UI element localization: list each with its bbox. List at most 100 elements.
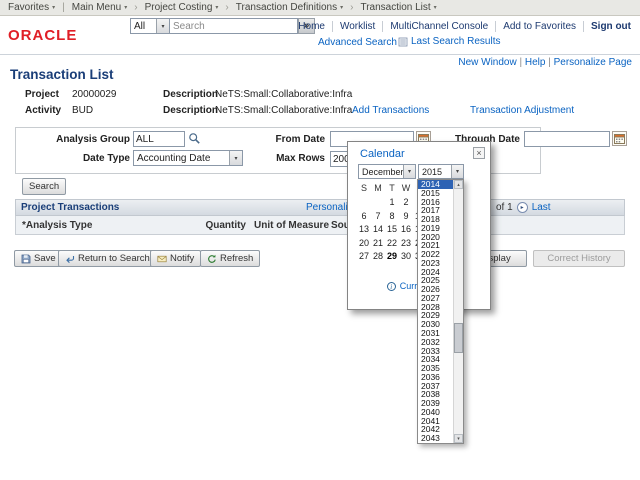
chevron-down-icon: ▾ — [451, 165, 463, 178]
activity-value: BUD — [72, 105, 93, 116]
pager-count: of 1 — [496, 202, 513, 213]
search-scope-select[interactable]: All ▾ — [130, 18, 170, 34]
through-date-input[interactable] — [524, 131, 610, 147]
lookup-magnifier-icon[interactable] — [188, 132, 201, 145]
notify-envelope-icon — [157, 254, 167, 264]
scroll-down-icon[interactable]: ▾ — [454, 434, 463, 443]
header-link[interactable]: Home — [291, 21, 333, 32]
app-header: ORACLE All ▾ » Advanced Search Last Sear… — [0, 16, 640, 55]
year-option[interactable]: 2043 — [418, 434, 453, 443]
through-date-calendar-icon[interactable] — [612, 131, 627, 146]
chevron-down-icon: ▾ — [403, 165, 415, 178]
calendar-day[interactable]: 30 — [399, 250, 413, 264]
header-link[interactable]: Sign out — [584, 21, 638, 32]
page-utility-link[interactable]: Help — [517, 57, 546, 68]
calendar-day[interactable]: 28 — [371, 250, 385, 264]
analysis-group-input[interactable] — [133, 131, 185, 147]
grid-header-bar: Project Transactions Personalize | of 1 … — [15, 199, 625, 216]
calendar-day[interactable]: 14 — [371, 223, 385, 237]
calendar-day[interactable] — [371, 196, 385, 210]
analysis-group-label: Analysis Group — [40, 134, 130, 145]
calendar-day[interactable]: 20 — [357, 237, 371, 251]
advanced-search-link[interactable]: Advanced Search — [318, 37, 397, 48]
correct-history-button: Correct History — [533, 250, 625, 267]
chevron-down-icon: ▾ — [52, 4, 55, 11]
search-results-icon — [398, 37, 408, 47]
grid-column-header-row: *Analysis Type Quantity Unit of Measure … — [15, 216, 625, 235]
activity-label: Activity — [25, 105, 61, 116]
page-title: Transaction List — [10, 67, 114, 82]
breadcrumb-label: Favorites — [8, 2, 49, 13]
chevron-down-icon: ▾ — [124, 4, 127, 11]
breadcrumb-item[interactable]: Favorites ▾ — [8, 2, 55, 13]
header-link[interactable]: MultiChannel Console — [383, 21, 496, 32]
calendar-day[interactable]: 9 — [399, 210, 413, 224]
header-link[interactable]: Worklist — [333, 21, 383, 32]
grid-pager: of 1 ▸ Last — [496, 202, 551, 213]
from-date-label: From Date — [250, 134, 325, 145]
calendar-day[interactable]: 1 — [385, 196, 399, 210]
calendar-day[interactable]: 29 — [385, 250, 399, 264]
project-label: Project — [25, 89, 59, 100]
save-button[interactable]: Save — [14, 250, 63, 267]
header-links: HomeWorklistMultiChannel ConsoleAdd to F… — [291, 21, 638, 32]
calendar-day[interactable]: 23 — [399, 237, 413, 251]
last-page-icon[interactable]: ▸ — [517, 202, 528, 213]
scroll-up-icon[interactable]: ▴ — [454, 180, 463, 189]
calendar-day[interactable]: 21 — [371, 237, 385, 251]
calendar-day[interactable]: 15 — [385, 223, 399, 237]
page-utility-link[interactable]: New Window — [458, 57, 516, 68]
oracle-logo: ORACLE — [8, 27, 77, 44]
last-search-results: Last Search Results — [398, 36, 501, 47]
info-icon: i — [387, 282, 396, 291]
breadcrumb: Favorites ▾ | Main Menu ▾ › Project Cost… — [0, 0, 640, 16]
breadcrumb-item[interactable]: › Transaction List ▾ — [350, 2, 437, 13]
calendar-month-select[interactable]: December ▾ — [358, 164, 416, 179]
return-to-search-label: Return to Search — [78, 253, 150, 264]
close-icon[interactable]: × — [473, 147, 485, 159]
calendar-year-select[interactable]: 2015 ▾ — [418, 164, 464, 179]
calendar-day[interactable] — [357, 196, 371, 210]
calendar-day[interactable]: 7 — [371, 210, 385, 224]
breadcrumb-label: Transaction List — [360, 2, 430, 13]
breadcrumb-item[interactable]: › Project Costing ▾ — [134, 2, 218, 13]
calendar-day[interactable]: 8 — [385, 210, 399, 224]
calendar-day[interactable]: 13 — [357, 223, 371, 237]
search-input[interactable] — [170, 18, 298, 34]
day-header: S — [357, 183, 371, 193]
calendar-year-value: 2015 — [419, 167, 451, 177]
transaction-adjustment-link[interactable]: Transaction Adjustment — [470, 105, 574, 116]
calendar-day[interactable]: 22 — [385, 237, 399, 251]
date-type-select[interactable]: Accounting Date ▾ — [133, 150, 243, 166]
column-quantity: Quantity — [176, 220, 246, 231]
calendar-day[interactable]: 16 — [399, 223, 413, 237]
return-to-search-button[interactable]: Return to Search — [58, 250, 157, 267]
day-header: M — [371, 183, 385, 193]
last-search-results-link[interactable]: Last Search Results — [411, 36, 501, 47]
refresh-button[interactable]: Refresh — [200, 250, 260, 267]
correct-history-label: Correct History — [547, 253, 610, 264]
search-button[interactable]: Search — [22, 178, 66, 195]
page-utility-link[interactable]: Personalize Page — [545, 57, 632, 68]
pager-last-link[interactable]: Last — [532, 202, 551, 213]
activity-description: NeTS:Small:Collaborative:Infra — [215, 105, 352, 116]
calendar-month-value: December — [359, 167, 403, 177]
breadcrumb-item[interactable]: › Transaction Definitions ▾ — [225, 2, 343, 13]
notify-button[interactable]: Notify — [150, 250, 201, 267]
calendar-day[interactable]: 27 — [357, 250, 371, 264]
calendar-day[interactable]: 6 — [357, 210, 371, 224]
scrollbar-thumb[interactable] — [454, 323, 463, 353]
notify-label: Notify — [170, 253, 194, 264]
chevron-down-icon: ▾ — [229, 151, 242, 165]
global-search: All ▾ » — [130, 18, 315, 34]
max-rows-label: Max Rows — [250, 153, 325, 164]
refresh-icon — [207, 254, 217, 264]
dropdown-scrollbar[interactable]: ▴ ▾ — [453, 180, 463, 443]
calendar-day[interactable]: 2 — [399, 196, 413, 210]
header-link[interactable]: Add to Favorites — [496, 21, 584, 32]
chevron-down-icon: ▾ — [340, 4, 343, 11]
breadcrumb-item[interactable]: | Main Menu ▾ — [62, 2, 127, 13]
add-transactions-link[interactable]: Add Transactions — [352, 105, 429, 116]
year-options: 2014201520162017201820192020202120222023… — [418, 180, 453, 443]
year-dropdown-list: 2014201520162017201820192020202120222023… — [417, 179, 464, 444]
